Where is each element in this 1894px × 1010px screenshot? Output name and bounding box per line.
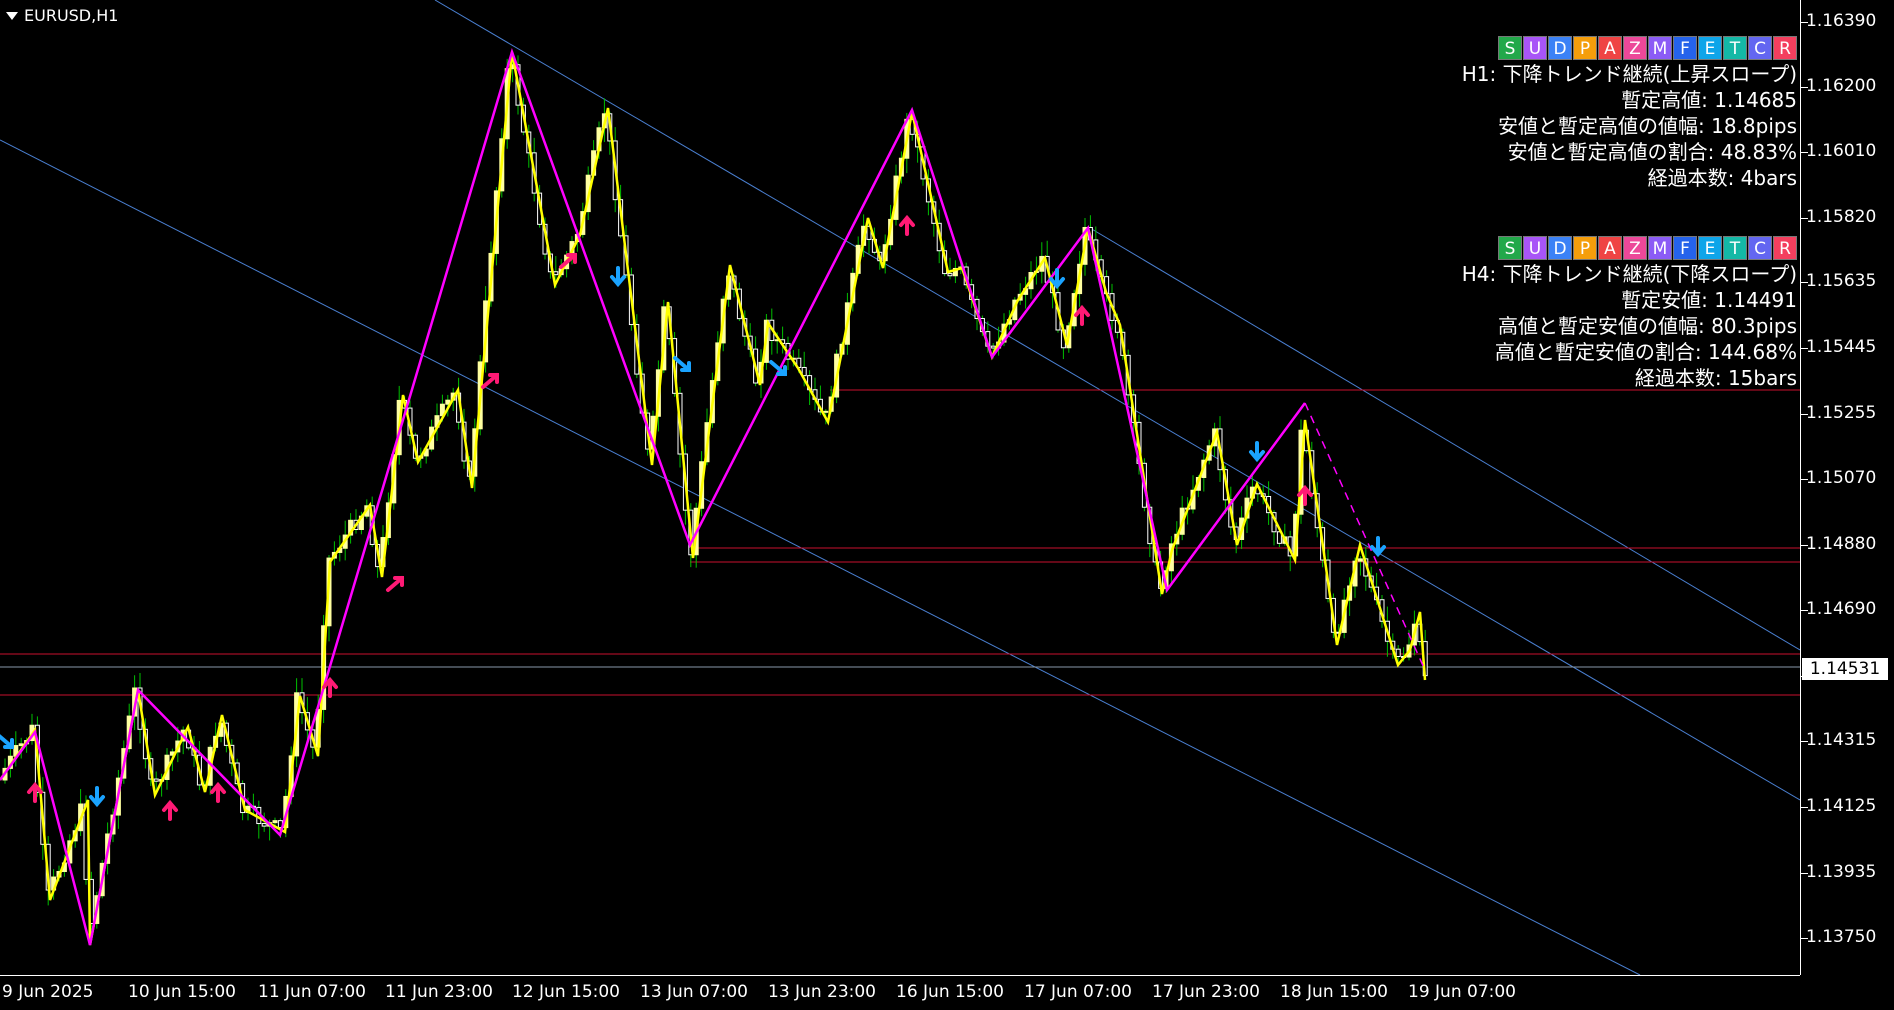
symbol-label: EURUSD,H1 (24, 6, 119, 25)
panel-button-r[interactable]: R (1773, 236, 1797, 260)
chart-area[interactable]: EURUSD,H1 SUDPAZMFETCR H1: 下降トレンド継続(上昇スロ… (0, 0, 1894, 1009)
arrow-down-icon (1370, 536, 1386, 558)
arrow-down-icon (1249, 441, 1265, 463)
panel-button-d[interactable]: D (1548, 36, 1572, 60)
panel-button-t[interactable]: T (1723, 236, 1747, 260)
candle-body (947, 273, 953, 277)
time-tick-label: 11 Jun 07:00 (258, 982, 366, 1002)
panel-button-p[interactable]: P (1573, 236, 1597, 260)
panel-line: H1: 下降トレンド継続(上昇スロープ) (1461, 62, 1797, 86)
price-tick-label: 1.13935 (1806, 862, 1877, 882)
price-tick-label: 1.14880 (1806, 534, 1877, 554)
panel-line: 暫定高値: 1.14685 (1621, 88, 1797, 112)
price-tick-label: 1.15635 (1806, 271, 1877, 291)
panel-button-row: SUDPAZMFETCR (1462, 236, 1797, 260)
price-tick-label: 1.14125 (1806, 796, 1877, 816)
price-tick-label: 1.15255 (1806, 403, 1877, 423)
panel-button-e[interactable]: E (1698, 236, 1722, 260)
panel-button-m[interactable]: M (1648, 36, 1672, 60)
price-tick-label: 1.16200 (1806, 76, 1877, 96)
panel-button-f[interactable]: F (1673, 236, 1697, 260)
price-tick-label: 1.16390 (1806, 11, 1877, 31)
candle-body (18, 743, 24, 747)
candle-body (1395, 648, 1401, 657)
info-panel-h1: SUDPAZMFETCR H1: 下降トレンド継続(上昇スロープ) 暫定高値: … (1462, 36, 1797, 191)
price-tick-label: 1.14690 (1806, 599, 1877, 619)
panel-line: 高値と暫定安値の割合: 144.68% (1494, 340, 1797, 364)
current-price-label: 1.14531 (1802, 658, 1888, 680)
price-tick-label: 1.16010 (1806, 141, 1877, 161)
panel-line: 暫定安値: 1.14491 (1621, 288, 1797, 312)
time-tick-label: 18 Jun 15:00 (1280, 982, 1388, 1002)
arrow-down-icon (89, 786, 105, 808)
candle-body (272, 820, 278, 824)
panel-button-u[interactable]: U (1523, 36, 1547, 60)
panel-button-z[interactable]: Z (1623, 236, 1647, 260)
panel-line: 高値と暫定安値の値幅: 80.3pips (1498, 314, 1797, 338)
candle-body (1357, 558, 1363, 562)
panel-line: 安値と暫定高値の値幅: 18.8pips (1498, 114, 1797, 138)
candle-body (153, 778, 159, 782)
panel-line: 安値と暫定高値の割合: 48.83% (1507, 140, 1797, 164)
time-tick-label: 9 Jun 2025 (2, 982, 94, 1002)
arrow-up-icon (386, 576, 404, 592)
panel-button-a[interactable]: A (1598, 236, 1622, 260)
candle-body (553, 271, 559, 276)
price-tick-label: 1.15820 (1806, 207, 1877, 227)
time-tick-label: 12 Jun 15:00 (512, 982, 620, 1002)
panel-button-z[interactable]: Z (1623, 36, 1647, 60)
time-tick-label: 13 Jun 23:00 (768, 982, 876, 1002)
channel-line (0, 139, 1641, 975)
panel-button-p[interactable]: P (1573, 36, 1597, 60)
time-tick-label: 16 Jun 15:00 (896, 982, 1004, 1002)
panel-line: H4: 下降トレンド継続(下降スロープ) (1461, 262, 1797, 286)
panel-button-c[interactable]: C (1748, 236, 1772, 260)
arrow-up-icon (210, 781, 226, 803)
arrow-up-icon (1074, 304, 1090, 326)
panel-line: 経過本数: 4bars (1647, 166, 1797, 190)
time-tick-label: 10 Jun 15:00 (128, 982, 236, 1002)
panel-button-s[interactable]: S (1498, 36, 1522, 60)
panel-button-f[interactable]: F (1673, 36, 1697, 60)
panel-button-row: SUDPAZMFETCR (1462, 36, 1797, 60)
arrow-down-icon (0, 734, 14, 749)
panel-button-d[interactable]: D (1548, 236, 1572, 260)
arrow-up-icon (27, 781, 43, 803)
arrow-up-icon (162, 799, 178, 821)
info-panel-h4: SUDPAZMFETCR H4: 下降トレンド継続(下降スロープ) 暫定安値: … (1462, 236, 1797, 391)
panel-button-s[interactable]: S (1498, 236, 1522, 260)
symbol-header: EURUSD,H1 (6, 6, 118, 25)
time-tick-label: 13 Jun 07:00 (640, 982, 748, 1002)
time-tick-label: 11 Jun 23:00 (385, 982, 493, 1002)
zigzag-h4-line (0, 47, 1307, 946)
panel-line: 経過本数: 15bars (1634, 366, 1797, 390)
arrow-down-icon (610, 266, 626, 288)
price-tick-label: 1.13750 (1806, 927, 1877, 947)
panel-button-c[interactable]: C (1748, 36, 1772, 60)
candle-body (823, 410, 829, 413)
panel-button-m[interactable]: M (1648, 236, 1672, 260)
panel-button-u[interactable]: U (1523, 236, 1547, 260)
candle-body (990, 345, 996, 349)
dropdown-triangle-icon[interactable] (6, 11, 18, 20)
time-tick-label: 19 Jun 07:00 (1408, 982, 1516, 1002)
time-tick-label: 17 Jun 23:00 (1152, 982, 1260, 1002)
panel-button-a[interactable]: A (1598, 36, 1622, 60)
arrow-up-icon (899, 214, 915, 236)
arrow-up-icon (481, 373, 499, 389)
price-tick-label: 1.14315 (1806, 730, 1877, 750)
price-tick-label: 1.15070 (1806, 468, 1877, 488)
price-tick-label: 1.15445 (1806, 337, 1877, 357)
panel-button-e[interactable]: E (1698, 36, 1722, 60)
candle-body (261, 823, 267, 827)
panel-button-r[interactable]: R (1773, 36, 1797, 60)
panel-button-t[interactable]: T (1723, 36, 1747, 60)
time-tick-label: 17 Jun 07:00 (1024, 982, 1132, 1002)
